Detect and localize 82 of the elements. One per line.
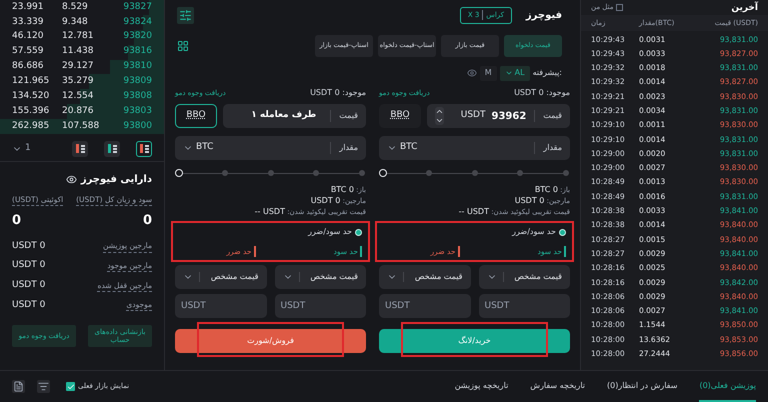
pnl-value: 0 — [142, 212, 152, 230]
order-total: 134.520 — [12, 90, 50, 104]
order-total: 33.339 — [12, 16, 44, 29]
document-icon[interactable] — [12, 380, 25, 393]
grid-icon[interactable] — [177, 40, 189, 52]
asset-value: USDT 0 — [12, 259, 46, 272]
trades-title: آخرین — [731, 0, 758, 14]
increment-icon[interactable] — [435, 107, 444, 116]
bottom-tab[interactable]: پوزیشن فعلی(0) — [699, 372, 756, 402]
order-amount: 11.438 — [62, 45, 94, 58]
check-icon — [66, 382, 74, 390]
filter-icon[interactable] — [37, 380, 50, 393]
order-amount: 35.279 — [62, 75, 94, 88]
order-price: 93803 — [123, 104, 152, 118]
order-price: 93809 — [123, 75, 152, 88]
advanced-label: پیشرفته: — [532, 67, 562, 79]
advanced-option[interactable]: AL — [500, 66, 530, 80]
order-total: 121.965 — [12, 75, 50, 88]
advanced-option[interactable]: M — [480, 66, 497, 80]
settings-icon[interactable] — [177, 6, 194, 24]
price-type-dropdown[interactable]: قیمت مشخص — [274, 265, 366, 290]
price-label: قیمت — [330, 110, 358, 122]
unit-dropdown[interactable]: BTC — [183, 141, 214, 155]
order-amount: 8.529 — [62, 0, 89, 14]
bottom-tab[interactable]: تاریخچه پوزیشن — [454, 372, 508, 402]
order-amount: 9.348 — [62, 16, 89, 29]
usdt-input[interactable]: USDT — [175, 294, 266, 318]
order-amount: 107.588 — [62, 120, 100, 133]
bottom-tab[interactable]: تاریخچه سفارش — [530, 372, 586, 402]
price-type-dropdown[interactable]: قیمت مشخص — [478, 265, 570, 290]
tpsl-label: حد سود/ضرر — [308, 226, 352, 238]
equity-value: 0 — [12, 212, 22, 230]
order-price: 93820 — [123, 30, 152, 44]
slider-thumb[interactable] — [175, 169, 183, 177]
chevron-down-icon — [504, 69, 513, 77]
amount-label: مقدار — [534, 142, 562, 154]
unit-dropdown[interactable]: BTC — [387, 141, 418, 155]
price-type-dropdown[interactable]: قیمت مشخص — [379, 265, 470, 290]
tpsl-label: حد سود/ضرر — [512, 226, 556, 238]
decrement-icon[interactable] — [435, 116, 444, 125]
order-amount: 29.127 — [62, 60, 94, 74]
order-total: 262.985 — [12, 120, 50, 133]
precision-dropdown[interactable]: 1 — [12, 142, 31, 156]
price-value: طرف معامله ۱ — [251, 109, 318, 122]
asset-value: USDT 0 — [12, 298, 46, 312]
order-total: 155.396 — [12, 104, 50, 118]
order-total: 57.559 — [12, 45, 44, 58]
asset-value: USDT 0 — [12, 279, 46, 292]
usdt-input[interactable]: USDT — [274, 294, 366, 318]
bbo-button[interactable]: BBO — [175, 104, 217, 128]
order-amount: 12.554 — [62, 90, 94, 104]
price-label: قیمت — [534, 110, 562, 122]
sell-short-button[interactable]: فروش/شورت — [175, 329, 366, 354]
price-unit: USDT — [460, 109, 486, 122]
layout-toggle[interactable] — [104, 140, 120, 157]
panel-title: فیوچرز — [526, 8, 562, 22]
bottom-tab[interactable]: سفارش در انتظار(0) — [607, 372, 678, 402]
usdt-input[interactable]: USDT — [379, 294, 470, 318]
layout-toggle[interactable] — [72, 140, 88, 157]
tpsl-radio[interactable] — [355, 228, 362, 236]
amount-label: مقدار — [330, 142, 358, 154]
order-amount: 20.876 — [62, 104, 94, 118]
order-total: 86.686 — [12, 60, 44, 74]
order-price: 93800 — [123, 120, 152, 133]
bbo-button[interactable]: BBO — [379, 104, 421, 128]
assets-title: دارایی فیوچرز — [80, 173, 152, 188]
eye-icon[interactable] — [66, 174, 77, 186]
price-type-dropdown[interactable]: قیمت مشخص — [175, 265, 266, 290]
order-price: 93816 — [123, 45, 152, 58]
order-price: 93810 — [123, 60, 152, 74]
layout-toggle[interactable] — [136, 140, 152, 157]
order-price: 93808 — [123, 90, 152, 104]
order-amount: 12.781 — [62, 30, 94, 44]
price-value: 93962 — [491, 110, 526, 124]
slider-thumb[interactable] — [379, 169, 387, 177]
tpsl-radio[interactable] — [559, 228, 566, 236]
order-price: 93824 — [123, 16, 152, 29]
usdt-input[interactable]: USDT — [478, 294, 570, 318]
order-price: 93827 — [123, 0, 152, 14]
order-total: 46.120 — [12, 30, 44, 44]
order-total: 23.991 — [12, 0, 44, 14]
asset-value: USDT 0 — [12, 240, 46, 253]
